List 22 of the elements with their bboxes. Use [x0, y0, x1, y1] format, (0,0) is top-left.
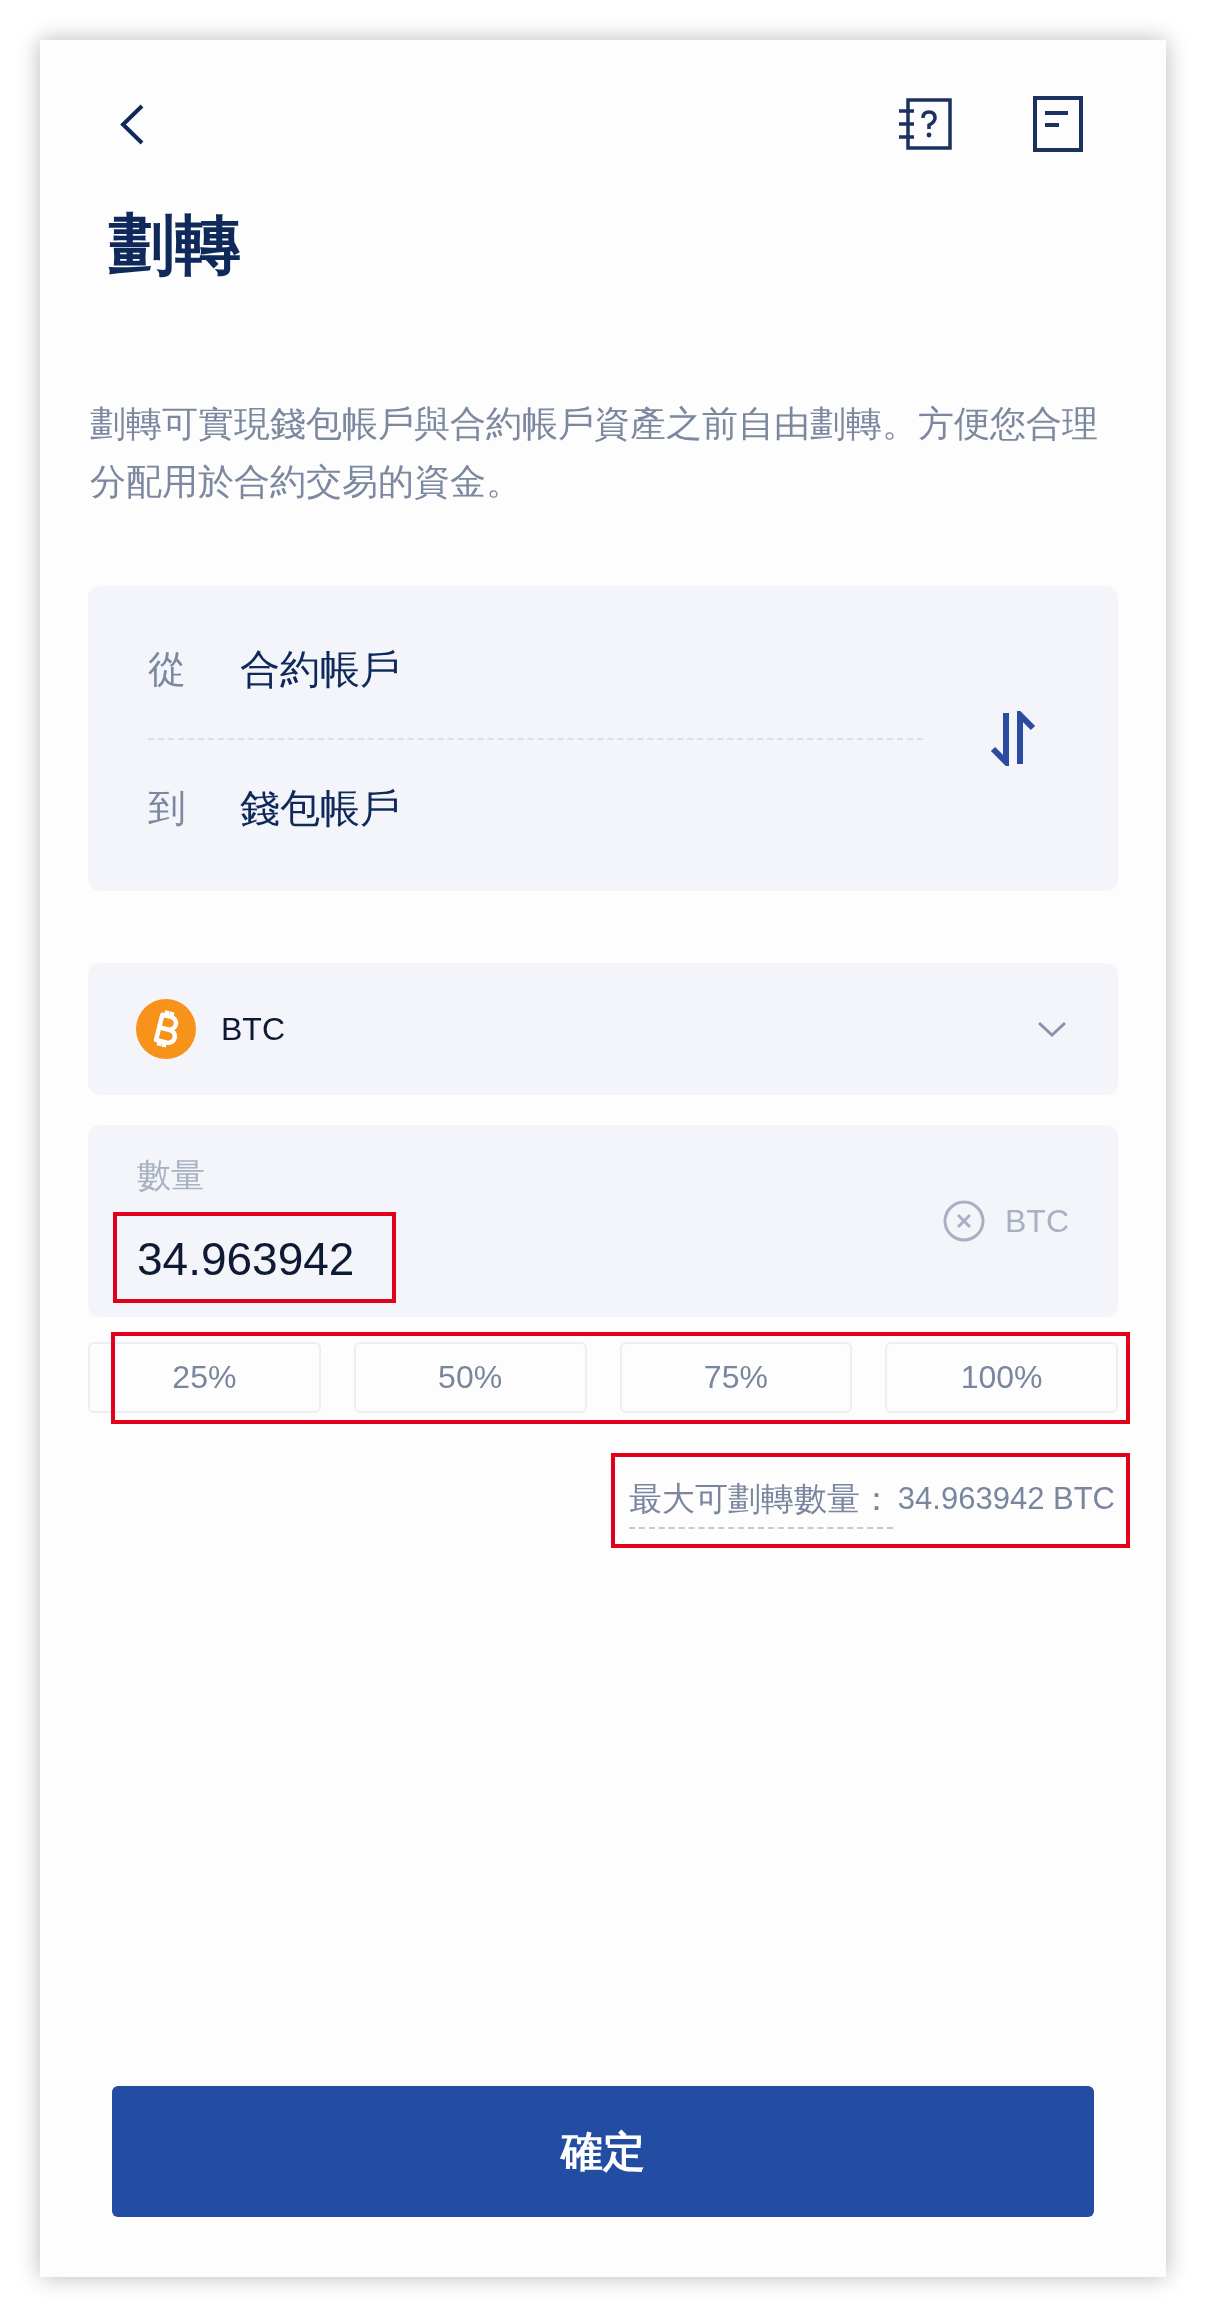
- page-title: 劃轉: [109, 206, 242, 283]
- document-icon[interactable]: [1033, 96, 1083, 152]
- to-label: 到: [148, 785, 187, 831]
- account-name[interactable]: 合約帳戶: [240, 641, 400, 697]
- amount-input[interactable]: 34.963942: [137, 1231, 377, 1287]
- percent-button[interactable]: 100%: [885, 1342, 1118, 1413]
- description-text: 劃轉可實現錢包帳戶與合約帳戶資產之前自由劃轉。方便您合理分配用於合約交易的資金。: [90, 402, 1099, 504]
- max-amount-label[interactable]: 最大可劃轉數量：: [628, 1479, 893, 1529]
- chevron-down-icon: [1037, 1021, 1067, 1037]
- from-label: 從: [148, 646, 187, 692]
- coin-icon: [136, 999, 196, 1059]
- max-amount-value: 34.963942 BTC: [897, 1480, 1115, 1518]
- coin-select[interactable]: BTC: [88, 963, 1118, 1095]
- notebook-question-icon[interactable]: [898, 98, 952, 150]
- back-icon[interactable]: [119, 103, 145, 145]
- percent-button[interactable]: 50%: [353, 1342, 587, 1413]
- percent-button[interactable]: 75%: [619, 1342, 853, 1413]
- amount-label: 數量: [137, 1155, 206, 1195]
- confirm-button[interactable]: 確定: [112, 2086, 1094, 2217]
- percent-button[interactable]: 25%: [88, 1342, 321, 1413]
- unit-label: BTC: [1005, 1202, 1069, 1240]
- account-name[interactable]: 錢包帳戶: [240, 780, 400, 836]
